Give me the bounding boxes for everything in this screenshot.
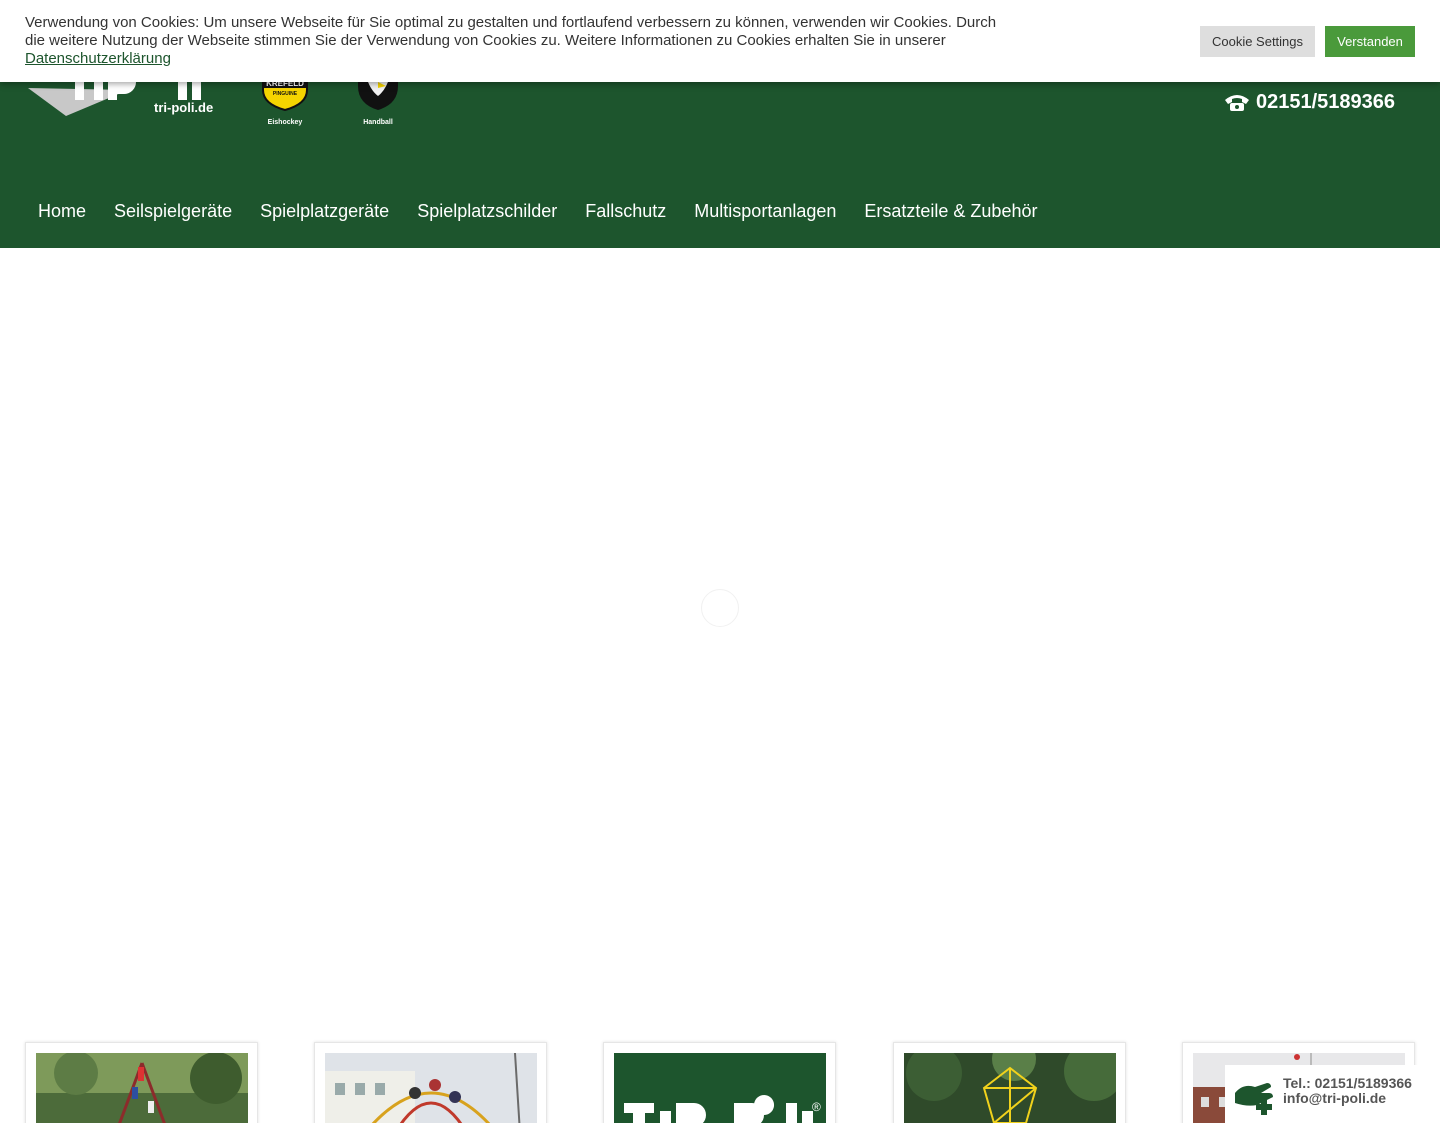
main-nav: Home Seilspielgeräte Spielplatzgeräte Sp…	[24, 196, 1051, 226]
logo-domain: tri-poli.de	[154, 100, 214, 115]
contact-widget[interactable]: Tel.: 02151/5189366 info@tri-poli.de	[1225, 1065, 1425, 1123]
tripoli-logo-card[interactable]: ®	[614, 1053, 826, 1123]
cookie-bar: Verwendung von Cookies: Um unsere Websei…	[0, 0, 1440, 82]
nav-home[interactable]: Home	[24, 196, 100, 226]
partner-label: Eishockey	[267, 119, 303, 126]
header-phone[interactable]: 02151/5189366	[1224, 91, 1395, 114]
phone-number: 02151/5189366	[1255, 91, 1395, 113]
yellow-climbing-frame-photo[interactable]	[904, 1053, 1116, 1123]
nav-ersatzteile[interactable]: Ersatzteile & Zubehör	[850, 196, 1051, 226]
playground-climbing-photo[interactable]	[36, 1053, 248, 1123]
nav-spielplatzgeraete[interactable]: Spielplatzgeräte	[246, 196, 403, 226]
cookie-text: Verwendung von Cookies: Um unsere Websei…	[25, 14, 1015, 68]
cookie-settings-button[interactable]: Cookie Settings	[1200, 26, 1315, 57]
loading-spinner	[701, 589, 739, 627]
contact-hand-plus-icon	[1235, 1083, 1273, 1115]
product-card[interactable]	[893, 1042, 1126, 1123]
product-card[interactable]	[25, 1042, 258, 1123]
nav-spielplatzschilder[interactable]: Spielplatzschilder	[403, 196, 571, 226]
svg-text:®: ®	[812, 1100, 821, 1114]
hero-slider[interactable]	[0, 248, 1440, 1028]
nav-seilspielgeraete[interactable]: Seilspielgeräte	[100, 196, 246, 226]
nav-fallschutz[interactable]: Fallschutz	[571, 196, 680, 226]
contact-mail[interactable]: info@tri-poli.de	[1283, 1090, 1386, 1106]
svg-text:PINGUINE: PINGUINE	[273, 91, 298, 97]
cookie-accept-button[interactable]: Verstanden	[1325, 26, 1415, 57]
climbing-dome-photo[interactable]	[325, 1053, 537, 1123]
contact-tel[interactable]: Tel.: 02151/5189366	[1283, 1075, 1412, 1091]
nav-multisportanlagen[interactable]: Multisportanlagen	[680, 196, 850, 226]
telephone-icon	[1224, 94, 1249, 111]
cookie-message: Verwendung von Cookies: Um unsere Websei…	[25, 14, 997, 49]
product-card[interactable]: ®	[603, 1042, 836, 1123]
product-card[interactable]	[314, 1042, 547, 1123]
partner-label: Handball	[363, 119, 393, 126]
privacy-link[interactable]: Datenschutzerklärung	[25, 50, 171, 67]
